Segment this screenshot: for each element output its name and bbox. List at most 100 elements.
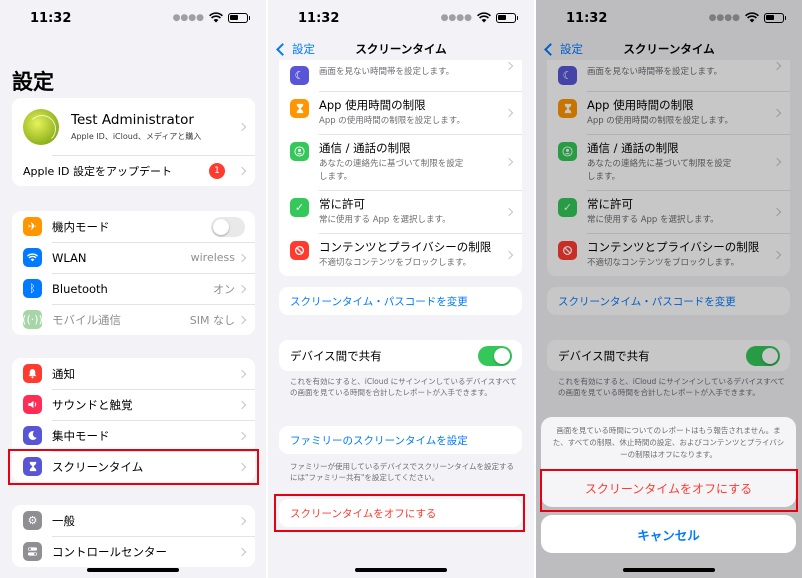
sounds-label: サウンドと触覚 <box>52 397 133 412</box>
screen-time-label: スクリーンタイム <box>52 459 144 474</box>
general-label: 一般 <box>52 513 75 528</box>
cellular-label: モバイル通信 <box>52 312 121 327</box>
confirm-turn-off-button[interactable]: スクリーンタイムをオフにする <box>541 469 796 507</box>
account-group: Test Administrator Apple ID、iCloud、メディアと… <box>12 98 255 186</box>
control-center-row[interactable]: コントロールセンター <box>12 536 255 567</box>
connectivity-group: ✈ 機内モード WLAN wireless ᛒ Bluetooth オン ((·… <box>12 211 255 335</box>
hourglass-icon <box>23 457 42 476</box>
chevron-right-icon <box>237 284 247 293</box>
screens: 11:32 ●●●● 設定 Test Administrator Apple I… <box>0 0 802 578</box>
app-limits-title: App 使用時間の制限 <box>319 98 426 112</box>
status-bar: 11:32 ●●●● <box>0 0 266 38</box>
home-indicator <box>623 568 715 572</box>
avatar <box>23 108 59 145</box>
signal-icon: ●●●● <box>440 12 472 23</box>
content-privacy-subtitle: 不適切なコンテンツをブロックします。 <box>319 258 472 268</box>
communication-limits-subtitle: あなたの連絡先に基づいて制限を設定します。 <box>319 159 464 182</box>
moon-icon <box>23 426 42 445</box>
focus-label: 集中モード <box>52 428 110 443</box>
status-time: 11:32 <box>298 11 340 26</box>
family-screen-time-link[interactable]: ファミリーのスクリーンタイムを設定 <box>279 426 522 454</box>
wlan-label: WLAN <box>52 250 87 265</box>
share-group: デバイス間で共有 <box>279 340 522 371</box>
switches-icon <box>23 542 42 561</box>
chevron-right-icon <box>504 108 514 117</box>
general-group: ⚙ 一般 コントロールセンター <box>12 505 255 567</box>
change-passcode-link[interactable]: スクリーンタイム・パスコードを変更 <box>279 287 522 315</box>
page-title: 設定 <box>12 70 54 94</box>
share-across-devices-row: デバイス間で共有 <box>279 340 522 371</box>
signal-icon: ●●●● <box>172 12 204 23</box>
wifi-status-icon <box>209 12 223 23</box>
app-limits-row[interactable]: App 使用時間の制限 App の使用時間の制限を設定します。 <box>279 91 522 134</box>
screen-time-options: ☾ 画面を見ない時間帯を設定します。 App 使用時間の制限 App の使用時間の… <box>279 40 522 276</box>
notification-badge: 1 <box>209 162 225 179</box>
settings-screen: 11:32 ●●●● 設定 Test Administrator Apple I… <box>0 0 266 578</box>
communication-limits-title: 通信 / 通話の制限 <box>319 141 411 155</box>
bluetooth-row[interactable]: ᛒ Bluetooth オン <box>12 273 255 304</box>
status-time: 11:32 <box>30 11 72 26</box>
contact-icon <box>290 142 309 161</box>
focus-row[interactable]: 集中モード <box>12 420 255 451</box>
downtime-icon: ☾ <box>290 66 309 85</box>
chevron-right-icon <box>237 122 247 131</box>
nav-title: スクリーンタイム <box>355 42 447 56</box>
wifi-status-icon <box>477 12 491 23</box>
confirm-screen: 11:32 ●●●● ☾ 画面を見ない時間帯を設定します。 App 使用時間の制… <box>536 0 802 578</box>
hourglass-icon <box>290 99 309 118</box>
bell-icon <box>23 364 42 383</box>
share-across-devices-toggle[interactable] <box>478 345 512 366</box>
family-note: ファミリーが使用しているデバイスでスクリーンタイムを設定するには"ファミリー共有… <box>290 462 515 482</box>
screen-time-screen: 11:32 ●●●● ☾ 画面を見ない時間帯を設定します。 App 使用時間の制… <box>268 0 534 578</box>
chevron-right-icon <box>504 61 514 70</box>
wlan-row[interactable]: WLAN wireless <box>12 242 255 273</box>
always-allowed-title: 常に許可 <box>319 197 365 211</box>
wlan-value: wireless <box>190 251 235 264</box>
bluetooth-value: オン <box>213 282 235 296</box>
screen-time-row[interactable]: スクリーンタイム <box>12 451 255 482</box>
action-sheet: 画面を見ている時間についてのレポートはもう報告されません。また、すべての制限、休… <box>541 417 796 507</box>
home-indicator <box>87 568 179 572</box>
speaker-icon <box>23 395 42 414</box>
cancel-button[interactable]: キャンセル <box>541 515 796 553</box>
navigation-bar: 設定 スクリーンタイム <box>268 38 534 60</box>
general-row[interactable]: ⚙ 一般 <box>12 505 255 536</box>
control-center-label: コントロールセンター <box>52 544 167 559</box>
notifications-label: 通知 <box>52 366 75 381</box>
notifications-row[interactable]: 通知 <box>12 358 255 389</box>
wifi-icon <box>23 248 42 267</box>
app-limits-subtitle: App の使用時間の制限を設定します。 <box>319 116 465 126</box>
cellular-value: SIM なし <box>189 313 235 327</box>
antenna-icon: ((·)) <box>22 310 43 329</box>
apple-id-profile[interactable]: Test Administrator Apple ID、iCloud、メディアと… <box>12 98 255 155</box>
action-sheet-message: 画面を見ている時間についてのレポートはもう報告されません。また、すべての制限、休… <box>552 426 785 459</box>
sounds-row[interactable]: サウンドと触覚 <box>12 389 255 420</box>
turn-off-screen-time-button[interactable]: スクリーンタイムをオフにする <box>279 499 522 527</box>
share-note: これを有効にすると、iCloud にサインインしているデバイスすべての画面を見て… <box>290 377 517 397</box>
airplane-mode-toggle[interactable] <box>211 216 245 237</box>
battery-icon <box>496 12 518 23</box>
checkmark-icon: ✓ <box>290 198 309 217</box>
communication-limits-row[interactable]: 通信 / 通話の制限あなたの連絡先に基づいて制限を設定します。 <box>279 134 522 190</box>
restriction-icon <box>290 241 309 260</box>
cellular-row[interactable]: ((·)) モバイル通信 SIM なし <box>12 304 255 335</box>
home-indicator <box>355 568 447 572</box>
apple-id-update-row[interactable]: Apple ID 設定をアップデート 1 <box>12 155 255 186</box>
notifications-group: 通知 サウンドと触覚 集中モード スクリーンタイム <box>12 358 255 482</box>
content-privacy-row[interactable]: コンテンツとプライバシーの制限 不適切なコンテンツをブロックします。 <box>279 233 522 276</box>
status-bar: 11:32 ●●●● <box>268 0 534 38</box>
airplane-icon: ✈ <box>23 217 42 236</box>
chevron-right-icon <box>237 315 247 324</box>
airplane-mode-row[interactable]: ✈ 機内モード <box>12 211 255 242</box>
bluetooth-icon: ᛒ <box>23 279 42 298</box>
always-allowed-subtitle: 常に使用する App を選択します。 <box>319 215 451 225</box>
profile-subtitle: Apple ID、iCloud、メディアと購入 <box>71 131 202 141</box>
always-allowed-row[interactable]: ✓ 常に許可常に使用する App を選択します。 <box>279 190 522 233</box>
gear-icon: ⚙ <box>23 511 42 530</box>
bluetooth-label: Bluetooth <box>52 281 108 296</box>
chevron-right-icon <box>237 253 247 262</box>
downtime-subtitle: 画面を見ない時間帯を設定します。 <box>319 67 455 77</box>
chevron-right-icon <box>504 250 514 259</box>
profile-name: Test Administrator <box>71 111 194 128</box>
chevron-right-icon <box>504 157 514 167</box>
